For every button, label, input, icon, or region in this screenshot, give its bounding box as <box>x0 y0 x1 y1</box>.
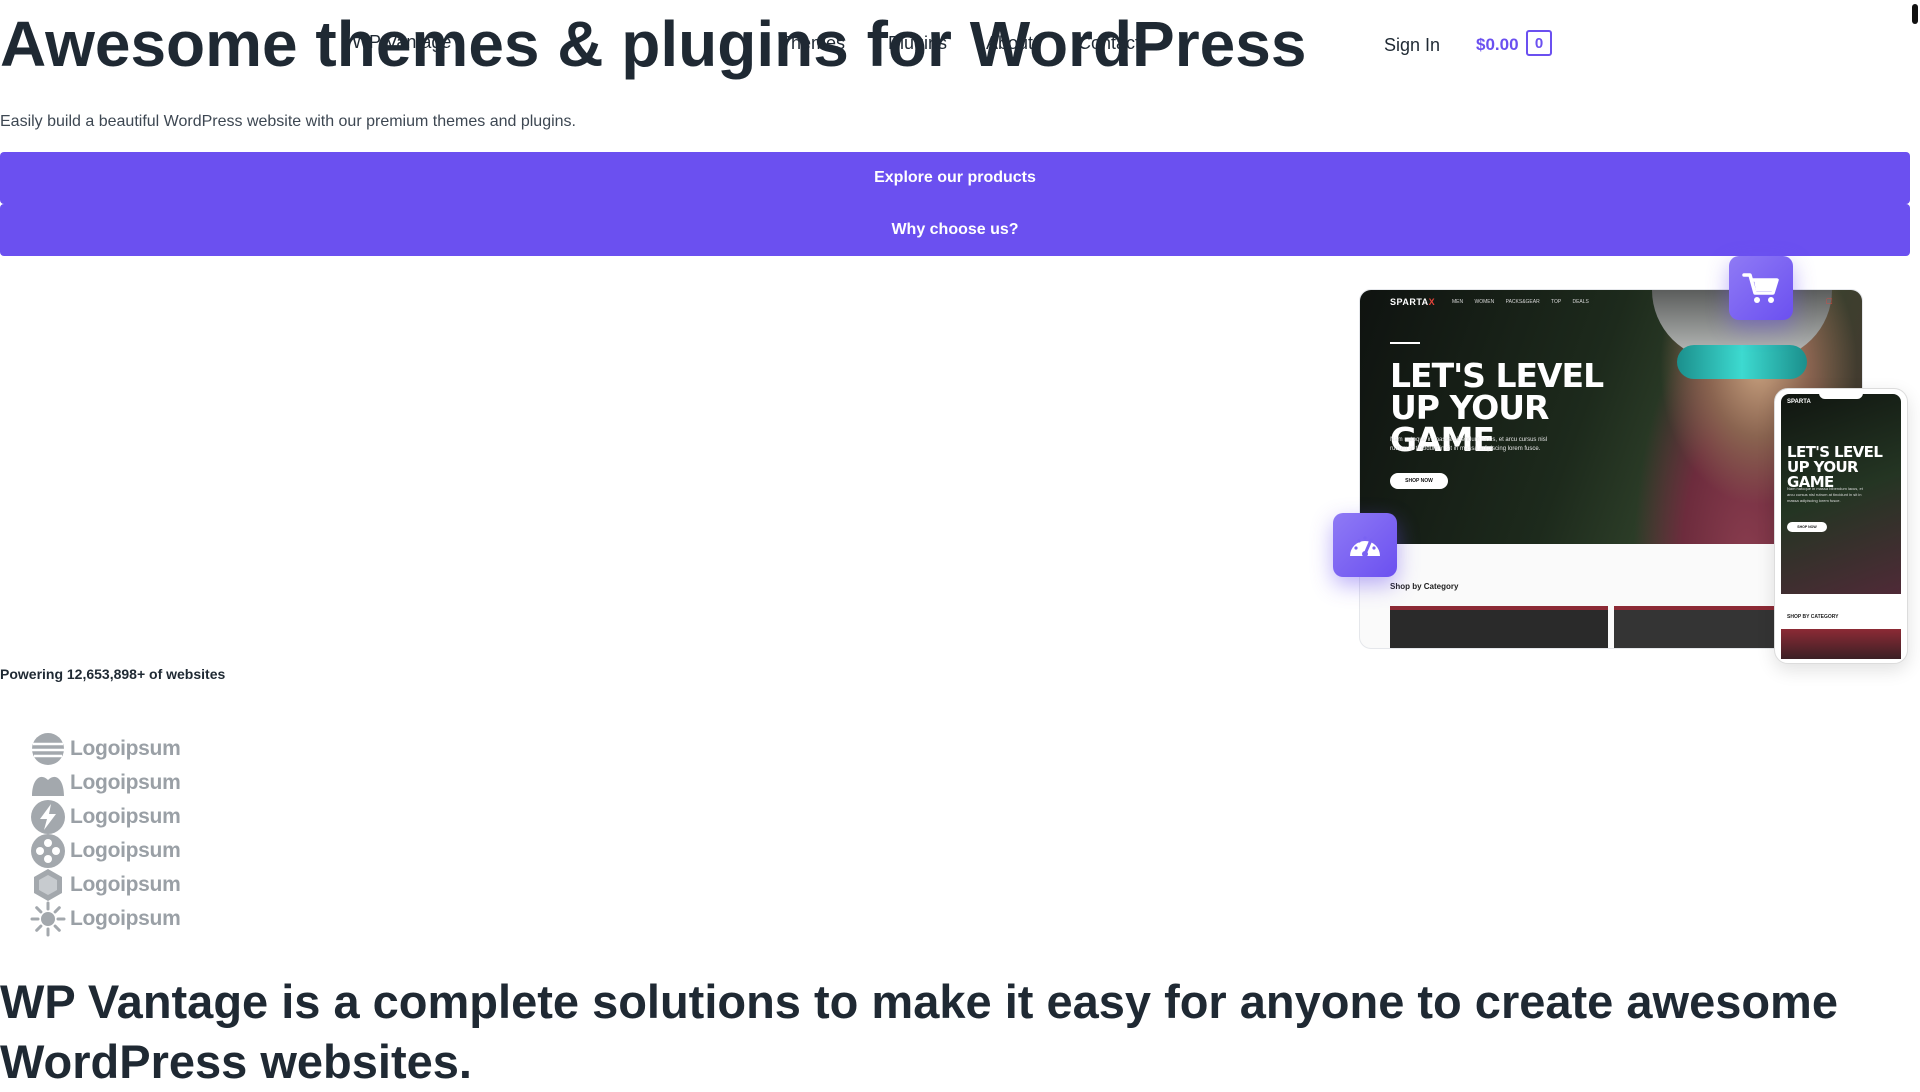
client-logo: Logoipsum <box>30 868 181 902</box>
client-logo-text: Logoipsum <box>70 805 181 828</box>
phone-category-title: SHOP BY CATEGORY <box>1787 614 1839 620</box>
client-logo-text: Logoipsum <box>70 873 181 896</box>
dots-icon <box>31 834 65 868</box>
nav-about[interactable]: About <box>986 33 1033 54</box>
client-logo: Logoipsum <box>30 901 181 937</box>
client-logo: Logoipsum <box>30 834 181 868</box>
mockup-category-card <box>1390 606 1608 648</box>
mockup-text: Nam natoque in massa bibendum lacus, et … <box>1390 437 1548 452</box>
powering-stat: Powering 12,653,898+ of websites <box>0 666 226 682</box>
sun-icon <box>30 901 66 937</box>
mockup-menu: Men Women Packs&Gear Top Deals <box>1452 299 1589 305</box>
page: WP Vantage Themes Plugins About Contact … <box>0 0 1910 1088</box>
cart-count-badge[interactable]: 0 <box>1526 30 1552 56</box>
nav-contact[interactable]: Contact <box>1078 33 1140 54</box>
goggles-shape <box>1677 345 1807 379</box>
client-logo-text: Logoipsum <box>70 839 181 862</box>
bolt-icon <box>31 800 65 834</box>
sign-in-link[interactable]: Sign In <box>1384 35 1440 56</box>
crown-icon <box>32 776 64 796</box>
client-logo: Logoipsum <box>30 800 181 834</box>
phone-brand: SPARTA <box>1787 399 1811 405</box>
explore-products-button[interactable]: Explore our products <box>0 152 1910 204</box>
phone-notch <box>1819 391 1863 399</box>
phone-headline: LET'S LEVEL UP YOUR GAME <box>1787 443 1883 491</box>
mockup-shop-button: SHOP NOW <box>1390 473 1448 489</box>
solution-heading: WP Vantage is a complete solutions to ma… <box>0 975 1838 1088</box>
client-logo-text: Logoipsum <box>70 907 181 930</box>
mockup-divider <box>1390 342 1420 344</box>
nav-themes[interactable]: Themes <box>780 33 845 54</box>
mockup-brand: SPARTAX <box>1390 297 1436 307</box>
phone-text: Nam natoque in massa bibendum lacus, et … <box>1787 486 1863 503</box>
client-logo-text: Logoipsum <box>70 737 181 760</box>
speedometer-icon <box>1333 513 1397 577</box>
client-logo: Logoipsum <box>30 766 181 800</box>
phone-category-card <box>1781 629 1901 659</box>
hexagon-icon <box>34 869 62 901</box>
why-choose-us-button[interactable]: Why choose us? <box>0 204 1910 256</box>
shopping-cart-icon <box>1729 256 1793 320</box>
client-logos: Logoipsum Logoipsum Logoipsum Logoipsum <box>30 732 181 937</box>
hero-subtitle: Easily build a beautiful WordPress websi… <box>0 113 576 130</box>
mockup-category-title: Shop by Category <box>1390 582 1459 591</box>
site-logo[interactable]: WP Vantage <box>352 32 451 53</box>
cart-total[interactable]: $0.00 <box>1476 35 1519 55</box>
client-logo: Logoipsum <box>30 732 181 766</box>
client-logo-text: Logoipsum <box>70 771 181 794</box>
nav-plugins[interactable]: Plugins <box>888 33 947 54</box>
phone-theme-preview: SPARTA LET'S LEVEL UP YOUR GAME Nam nato… <box>1774 388 1908 664</box>
mockup-cart-icon: □ <box>1826 296 1832 306</box>
scrollbar-thumb[interactable] <box>1912 4 1918 24</box>
phone-shop-button: SHOP NOW <box>1787 522 1827 532</box>
globe-icon <box>32 733 64 765</box>
